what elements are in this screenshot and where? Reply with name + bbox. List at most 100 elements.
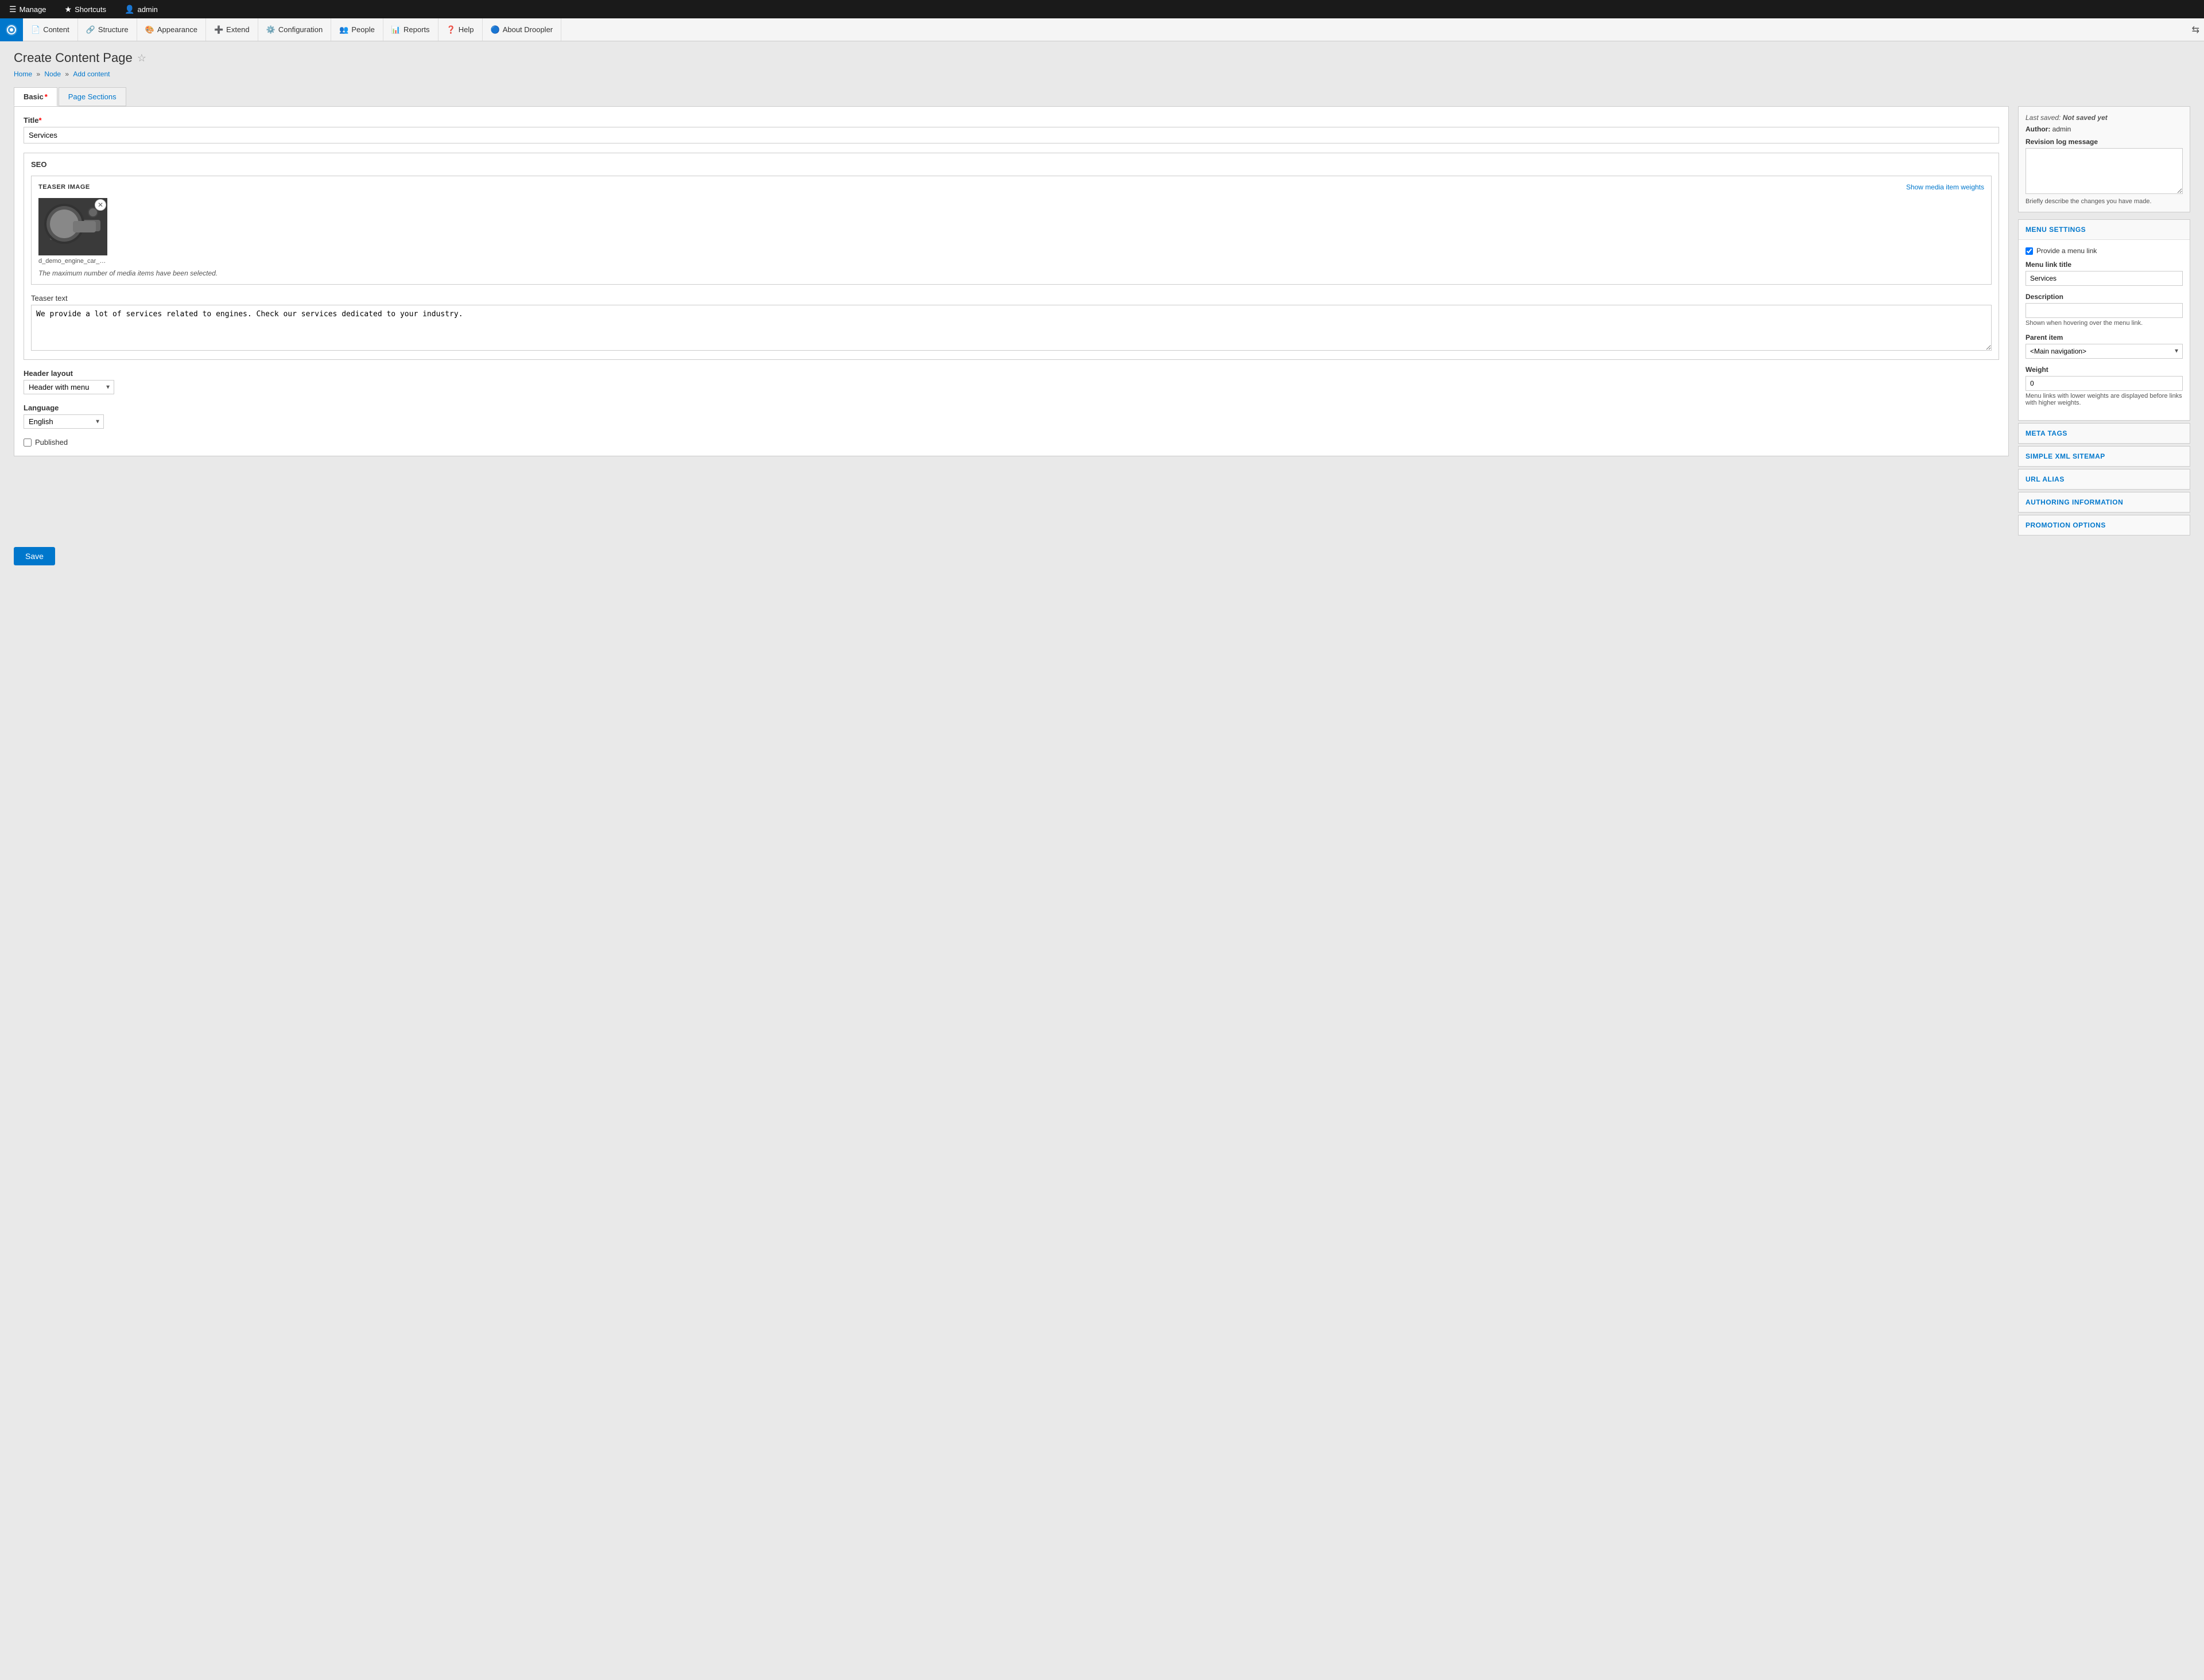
parent-item-wrapper: <Main navigation> ▼ [2025,344,2183,359]
shortcuts-label: Shortcuts [75,5,106,14]
admin-bar: ☰ Manage ★ Shortcuts 👤 admin [0,0,2204,18]
parent-item-select[interactable]: <Main navigation> [2025,344,2183,359]
nav-people[interactable]: 👥 People [331,18,383,41]
nav-help[interactable]: ❓ Help [439,18,483,41]
nav-content[interactable]: 📄 Content [23,18,78,41]
nav-items: 📄 Content 🔗 Structure 🎨 Appearance ➕ Ext… [23,18,2192,41]
reports-label: Reports [403,25,430,34]
main-layout: Title* SEO TEASER IMAGE Show media item … [14,106,2190,538]
header-layout-wrapper: Header with menu Header without menu Ful… [24,380,114,394]
configuration-icon: ⚙️ [266,25,276,34]
tab-basic[interactable]: Basic* [14,87,57,106]
main-nav: 📄 Content 🔗 Structure 🎨 Appearance ➕ Ext… [0,18,2204,41]
meta-tags-header[interactable]: META TAGS [2019,424,2190,443]
structure-icon: 🔗 [86,25,95,34]
people-icon: 👥 [339,25,348,34]
title-group: Title* [24,116,1999,143]
menu-settings-body: Provide a menu link Menu link title Desc… [2019,239,2190,420]
breadcrumb-home[interactable]: Home [14,70,32,78]
max-items-message: The maximum number of media items have b… [38,269,1984,277]
authoring-header[interactable]: AUTHORING INFORMATION [2019,492,2190,512]
description-group: Description Shown when hovering over the… [2025,293,2183,327]
breadcrumb-sep2: » [65,70,71,78]
menu-link-title-input[interactable] [2025,271,2183,286]
image-item: ✕ d_demo_engine_car_5.... [38,198,107,265]
breadcrumb-sep1: » [36,70,42,78]
nav-extend[interactable]: ➕ Extend [206,18,258,41]
manage-menu-item[interactable]: ☰ Manage [5,2,51,17]
image-filename: d_demo_engine_car_5.... [38,258,107,265]
last-saved-row: Last saved: Not saved yet [2025,114,2183,122]
teaser-header: TEASER IMAGE Show media item weights [38,183,1984,191]
tabs: Basic* Page Sections [14,87,2190,106]
help-icon: ❓ [447,25,456,34]
nav-reports[interactable]: 📊 Reports [383,18,439,41]
appearance-label: Appearance [157,25,197,34]
header-layout-label: Header layout [24,369,1999,378]
admin-user-item[interactable]: 👤 admin [120,2,162,17]
nav-configuration[interactable]: ⚙️ Configuration [258,18,332,41]
revision-log-label: Revision log message [2025,138,2183,146]
menu-settings-header[interactable]: MENU SETTINGS [2019,220,2190,239]
title-label: Title* [24,116,1999,125]
content-label: Content [43,25,69,34]
teaser-text-input[interactable] [31,305,1992,351]
author-row: Author: admin [2025,125,2183,133]
language-select[interactable]: English Polish German [24,414,104,429]
parent-item-group: Parent item <Main navigation> ▼ [2025,333,2183,359]
authoring-section: AUTHORING INFORMATION [2018,492,2190,513]
published-checkbox[interactable] [24,439,32,447]
breadcrumb-add-content[interactable]: Add content [73,70,110,78]
url-alias-header[interactable]: URL ALIAS [2019,470,2190,489]
promotion-header[interactable]: PROMOTION OPTIONS [2019,515,2190,535]
description-label: Description [2025,293,2183,301]
admin-label: admin [137,5,157,14]
nav-about[interactable]: 🔵 About Droopler [483,18,562,41]
about-label: About Droopler [503,25,553,34]
weight-input[interactable] [2025,376,2183,391]
star-icon: ★ [65,5,72,14]
user-icon: 👤 [125,5,134,14]
provide-menu-link-checkbox[interactable] [2025,247,2033,255]
shortcuts-menu-item[interactable]: ★ Shortcuts [60,2,111,17]
header-layout-select[interactable]: Header with menu Header without menu Ful… [24,380,114,394]
xml-sitemap-header[interactable]: SIMPLE XML SITEMAP [2019,447,2190,466]
description-input[interactable] [2025,303,2183,318]
extend-label: Extend [226,25,249,34]
nav-structure[interactable]: 🔗 Structure [78,18,137,41]
tab-page-sections[interactable]: Page Sections [59,87,126,106]
nav-appearance[interactable]: 🎨 Appearance [137,18,206,41]
about-icon: 🔵 [491,25,500,34]
breadcrumb: Home » Node » Add content [14,70,2190,78]
remove-image-button[interactable]: ✕ [95,199,106,211]
teaser-text-label: Teaser text [31,294,1992,302]
reports-icon: 📊 [391,25,401,34]
title-input[interactable] [24,127,1999,143]
seo-section: SEO TEASER IMAGE Show media item weights [24,153,1999,360]
revision-hint: Briefly describe the changes you have ma… [2025,198,2183,205]
appearance-icon: 🎨 [145,25,154,34]
manage-label: Manage [20,5,46,14]
bookmark-icon[interactable]: ☆ [137,52,146,64]
breadcrumb-node[interactable]: Node [44,70,61,78]
menu-settings-section: MENU SETTINGS Provide a menu link Menu l… [2018,219,2190,421]
menu-link-title-label: Menu link title [2025,261,2183,269]
site-logo[interactable] [0,18,23,41]
weight-label: Weight [2025,366,2183,374]
nav-toggle-icon[interactable]: ⇆ [2192,24,2199,36]
teaser-image-label: TEASER IMAGE [38,184,90,191]
published-label[interactable]: Published [35,438,68,447]
right-panel: Last saved: Not saved yet Author: admin … [2018,106,2190,538]
promotion-section: PROMOTION OPTIONS [2018,515,2190,536]
configuration-label: Configuration [278,25,323,34]
provide-menu-link-label[interactable]: Provide a menu link [2036,247,2097,255]
provide-menu-link-group: Provide a menu link [2025,247,2183,255]
people-label: People [351,25,374,34]
url-alias-section: URL ALIAS [2018,469,2190,490]
language-group: Language English Polish German ▼ [24,403,1999,429]
language-label: Language [24,403,1999,412]
save-button[interactable]: Save [14,547,55,565]
show-media-weights-link[interactable]: Show media item weights [1906,183,1984,191]
language-wrapper: English Polish German ▼ [24,414,104,429]
revision-log-input[interactable] [2025,148,2183,194]
